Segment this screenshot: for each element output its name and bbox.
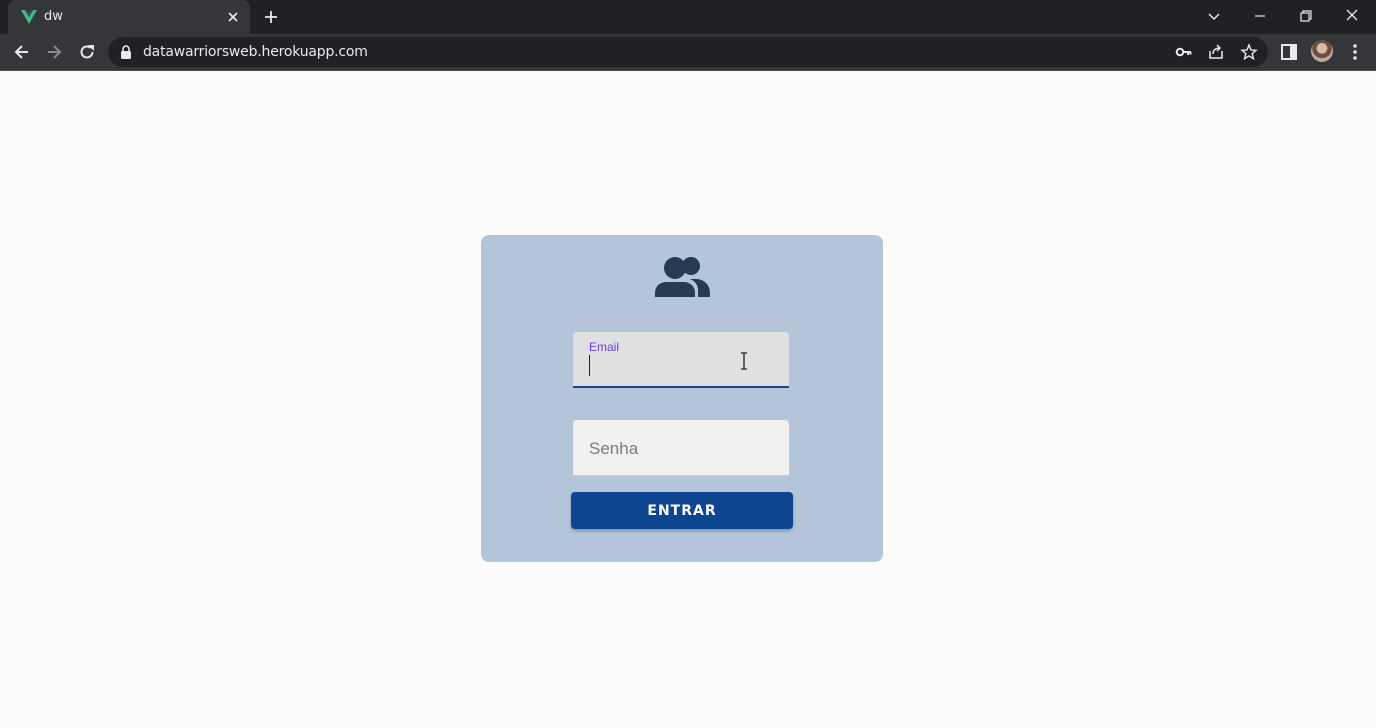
entrar-button[interactable]: ENTRAR [571,492,793,529]
tab-title: dw [44,9,63,24]
forward-icon[interactable] [44,42,64,62]
side-panel-icon[interactable] [1279,42,1299,62]
close-window-icon[interactable] [1341,6,1363,26]
address-bar[interactable]: datawarriorsweb.herokuapp.com [108,37,1268,67]
login-card: Email Senha ENTRAR [481,235,883,562]
key-icon[interactable] [1175,43,1193,61]
browser-tab-strip: dw [0,0,1376,34]
profile-avatar[interactable] [1311,40,1333,62]
reload-icon[interactable] [77,42,97,62]
minimize-icon[interactable] [1249,6,1271,26]
restore-icon[interactable] [1295,6,1317,26]
new-tab-icon[interactable] [262,8,280,26]
users-icon [655,257,710,297]
close-icon[interactable] [226,10,240,24]
vue-logo-icon [21,10,37,24]
password-field[interactable]: Senha [573,420,789,476]
lock-icon[interactable] [120,45,132,59]
email-field[interactable]: Email [573,332,789,388]
share-icon[interactable] [1207,43,1225,61]
text-caret [589,355,590,376]
back-icon[interactable] [12,42,32,62]
text-cursor-icon [741,352,747,370]
tab-search-icon[interactable] [1203,6,1225,26]
browser-toolbar: datawarriorsweb.herokuapp.com [0,34,1376,71]
more-options-icon[interactable] [1345,42,1365,62]
password-placeholder: Senha [589,439,639,458]
browser-tab[interactable]: dw [8,0,250,34]
bookmark-star-icon[interactable] [1240,43,1258,61]
url-text[interactable]: datawarriorsweb.herokuapp.com [143,44,368,60]
